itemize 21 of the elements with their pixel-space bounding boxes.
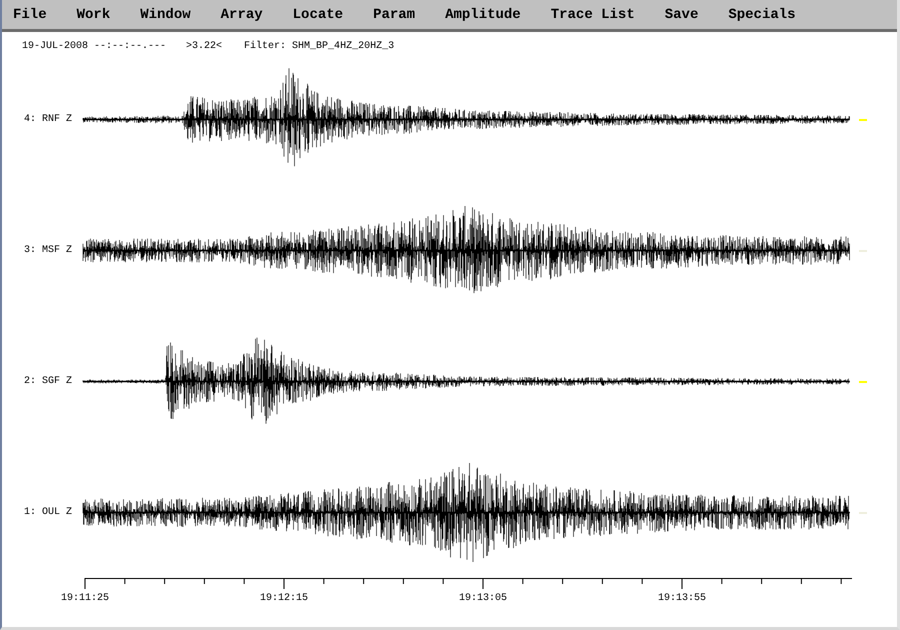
tick-label: 19:12:15 [260,593,308,604]
menu-item[interactable]: Window [140,7,191,23]
trace-label: 4: RNF Z [22,114,73,125]
filter-label: Filter: SHM_BP_4HZ_20HZ_3 [244,41,394,54]
trace-label: 3: MSF Z [22,245,73,256]
menu-item[interactable]: File [13,7,47,23]
menu-item[interactable]: Param [373,7,416,23]
menu-item[interactable]: Amplitude [445,7,521,23]
tick-label: 19:11:25 [61,593,109,604]
tick-label: 19:13:55 [658,593,706,604]
menu-item[interactable]: Save [664,7,698,23]
menu-item[interactable]: Locate [292,7,344,23]
trace-label: 1: OUL Z [22,507,73,518]
date-time: 19-JUL-2008 --:--:--.--- [22,41,166,54]
menu-item[interactable]: Array [220,7,263,23]
trace-label: 2: SGF Z [22,376,73,387]
menu-item[interactable]: Trace List [550,7,635,23]
menu-item[interactable]: Work [76,7,110,23]
menu-item[interactable]: Specials [728,7,796,23]
tick-label: 19:13:05 [459,593,507,604]
amplitude-scale: >3.22< [186,41,222,54]
